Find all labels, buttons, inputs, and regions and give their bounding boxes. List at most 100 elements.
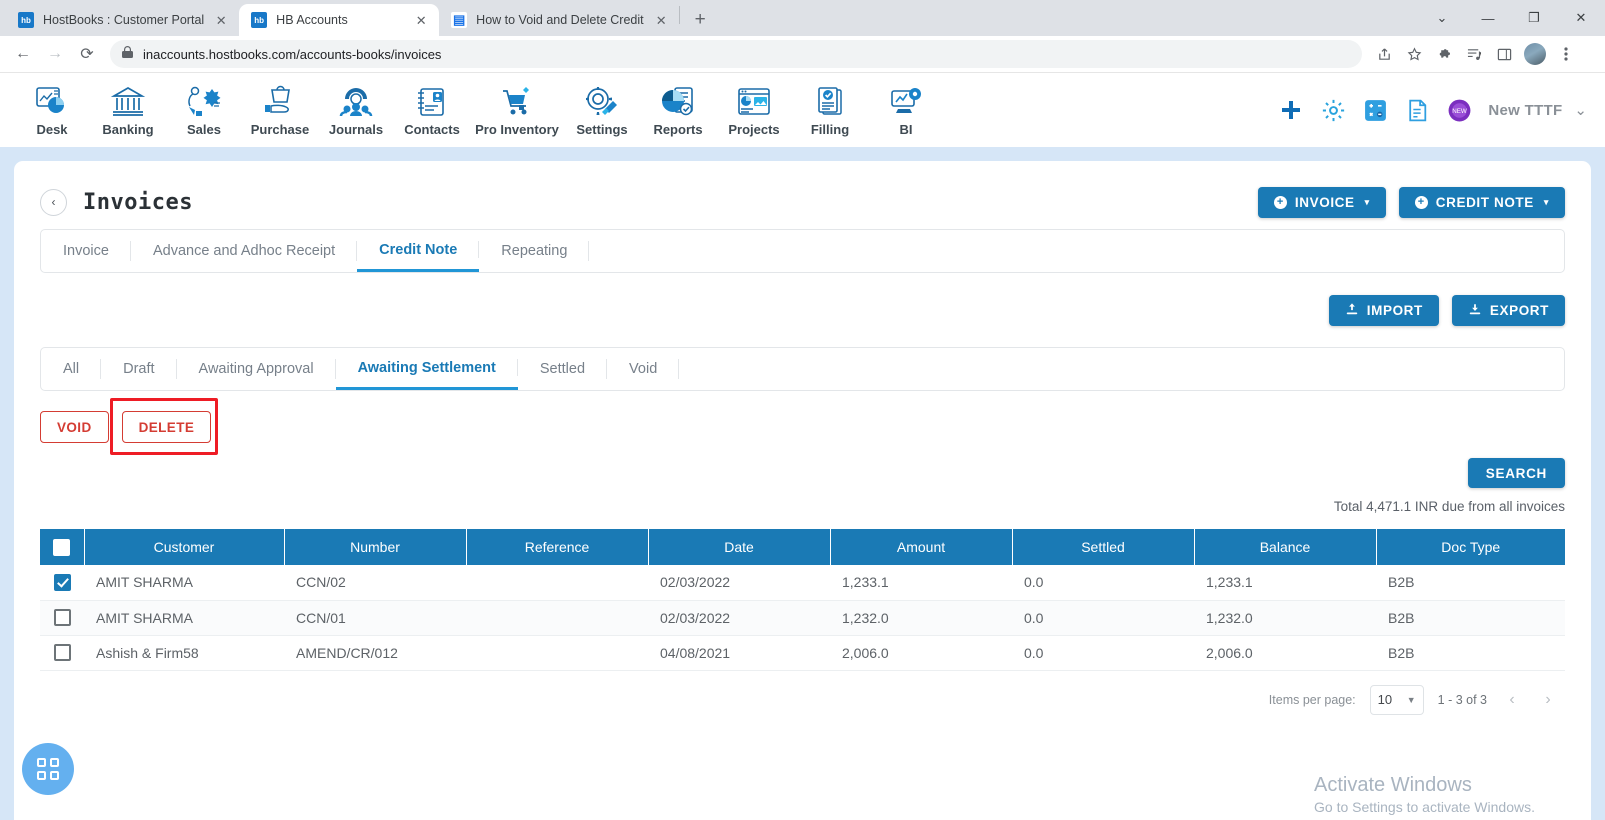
nav-item-desk[interactable]: Desk [14, 83, 90, 137]
nav-item-bi[interactable]: BI [868, 83, 944, 137]
status-tab-all[interactable]: All [41, 348, 102, 390]
previous-page-button[interactable]: ‹ [1501, 691, 1523, 709]
table-row[interactable]: AMIT SHARMA CCN/02 02/03/2022 1,233.1 0.… [40, 565, 1565, 601]
status-tab-awaiting-approval[interactable]: Awaiting Approval [177, 348, 336, 390]
table-row[interactable]: AMIT SHARMA CCN/01 02/03/2022 1,232.0 0.… [40, 600, 1565, 636]
window-controls: ⌄ — ❐ ✕ [1419, 0, 1605, 36]
address-bar[interactable]: inaccounts.hostbooks.com/accounts-books/… [110, 40, 1362, 68]
notes-icon[interactable] [1404, 97, 1430, 123]
column-doc-type[interactable]: Doc Type [1376, 529, 1565, 565]
chevron-down-icon[interactable]: ⌄ [1574, 101, 1587, 119]
new-credit-note-button[interactable]: + CREDIT NOTE ▾ [1398, 186, 1565, 218]
row-select-cell [40, 635, 84, 671]
profile-avatar[interactable] [1524, 43, 1546, 65]
forward-icon[interactable]: → [40, 39, 70, 69]
nav-item-filling[interactable]: Filling [792, 83, 868, 137]
tab-credit-note[interactable]: Credit Note [357, 230, 480, 272]
cell-date: 04/08/2021 [648, 635, 830, 671]
next-page-button[interactable]: › [1537, 691, 1559, 709]
settings-tools-icon [584, 85, 620, 119]
chevron-down-icon[interactable]: ⌄ [1419, 0, 1465, 36]
browser-tab-1[interactable]: hb HB Accounts ✕ [239, 4, 440, 36]
column-customer[interactable]: Customer [84, 529, 285, 565]
column-amount[interactable]: Amount [830, 529, 1013, 565]
nav-item-pro-inventory[interactable]: Pro Inventory [470, 83, 564, 137]
status-tab-void[interactable]: Void [607, 348, 680, 390]
browser-tab-2[interactable]: ▤ How to Void and Delete Credit N ✕ [439, 4, 680, 36]
user-name[interactable]: New TTTF [1488, 102, 1562, 119]
search-button[interactable]: SEARCH [1467, 458, 1565, 488]
tab-invoice[interactable]: Invoice [41, 230, 131, 272]
sidebar-icon[interactable] [1490, 40, 1518, 68]
tab-close-icon[interactable]: ✕ [413, 12, 429, 28]
back-button[interactable]: ‹ [40, 188, 67, 216]
column-balance[interactable]: Balance [1194, 529, 1377, 565]
cell-customer[interactable]: AMIT SHARMA [84, 600, 284, 636]
calculator-icon[interactable] [1362, 97, 1388, 123]
nav-item-purchase[interactable]: Purchase [242, 83, 318, 137]
items-per-page-value: 10 [1377, 692, 1393, 707]
nav-item-settings[interactable]: Settings [564, 83, 640, 137]
void-button[interactable]: VOID [40, 411, 109, 443]
svg-text:NEW: NEW [1452, 108, 1467, 115]
cell-reference [466, 565, 648, 601]
export-button[interactable]: EXPORT [1451, 295, 1565, 326]
share-icon[interactable] [1370, 40, 1398, 68]
status-tab-draft[interactable]: Draft [101, 348, 177, 390]
close-window-button[interactable]: ✕ [1557, 0, 1605, 36]
column-settled[interactable]: Settled [1012, 529, 1195, 565]
bookmark-star-icon[interactable] [1400, 40, 1428, 68]
app-module-navigation: Desk Banking Sales Purchase Journals Con… [0, 73, 1605, 147]
browser-tab-bar: hb HostBooks : Customer Portal ✕ hb HB A… [0, 0, 1605, 36]
nav-item-journals[interactable]: Journals [318, 83, 394, 137]
delete-button[interactable]: DELETE [121, 411, 212, 443]
nav-label: Banking [102, 122, 154, 137]
table-row[interactable]: Ashish & Firm58 AMEND/CR/012 04/08/2021 … [40, 635, 1565, 671]
new-badge-icon[interactable]: NEW [1446, 97, 1472, 123]
items-per-page-select[interactable]: 10 ▼ [1369, 684, 1424, 715]
browser-tab-0[interactable]: hb HostBooks : Customer Portal ✕ [6, 4, 240, 36]
select-all-checkbox[interactable] [53, 538, 71, 556]
status-tab-settled[interactable]: Settled [518, 348, 608, 390]
reading-list-icon[interactable] [1460, 40, 1488, 68]
column-date[interactable]: Date [648, 529, 831, 565]
tab-advance-and-adhoc-receipt[interactable]: Advance and Adhoc Receipt [131, 230, 358, 272]
cell-customer[interactable]: Ashish & Firm58 [84, 635, 284, 671]
column-reference[interactable]: Reference [466, 529, 649, 565]
row-checkbox[interactable] [53, 574, 71, 592]
gear-icon[interactable] [1320, 97, 1346, 123]
nav-item-projects[interactable]: Projects [716, 83, 792, 137]
reload-icon[interactable]: ⟳ [72, 39, 102, 69]
tab-close-icon[interactable]: ✕ [213, 12, 229, 28]
minimize-button[interactable]: — [1465, 0, 1511, 36]
nav-item-reports[interactable]: Reports [640, 83, 716, 137]
new-tab-button[interactable]: + [686, 6, 714, 34]
row-checkbox[interactable] [53, 609, 71, 627]
cell-customer[interactable]: AMIT SHARMA [84, 565, 284, 601]
bi-monitor-icon [888, 85, 924, 119]
app-nav-right: NEW New TTTF ⌄ [1278, 73, 1587, 147]
tab-repeating[interactable]: Repeating [479, 230, 590, 272]
cell-balance: 1,232.0 [1194, 600, 1376, 636]
cell-number: CCN/01 [284, 600, 466, 636]
row-checkbox[interactable] [53, 644, 71, 662]
invoices-card: ‹ Invoices + INVOICE ▾ + CREDIT NOTE ▾ I… [14, 161, 1591, 820]
status-tab-awaiting-settlement[interactable]: Awaiting Settlement [335, 348, 519, 390]
cell-amount: 1,233.1 [830, 565, 1012, 601]
nav-item-contacts[interactable]: Contacts [394, 83, 470, 137]
more-menu-icon[interactable] [1552, 40, 1580, 68]
row-select-cell [40, 600, 84, 636]
column-number[interactable]: Number [284, 529, 467, 565]
download-icon [1468, 302, 1482, 319]
cell-doc-type: B2B [1376, 565, 1565, 601]
new-invoice-button[interactable]: + INVOICE ▾ [1257, 186, 1386, 218]
apps-launcher-button[interactable] [22, 743, 74, 795]
import-button[interactable]: IMPORT [1328, 295, 1439, 326]
plus-icon[interactable] [1278, 97, 1304, 123]
maximize-button[interactable]: ❐ [1511, 0, 1557, 36]
back-icon[interactable]: ← [8, 39, 38, 69]
extensions-puzzle-icon[interactable] [1430, 40, 1458, 68]
nav-item-banking[interactable]: Banking [90, 83, 166, 137]
nav-item-sales[interactable]: Sales [166, 83, 242, 137]
tab-close-icon[interactable]: ✕ [653, 12, 669, 28]
